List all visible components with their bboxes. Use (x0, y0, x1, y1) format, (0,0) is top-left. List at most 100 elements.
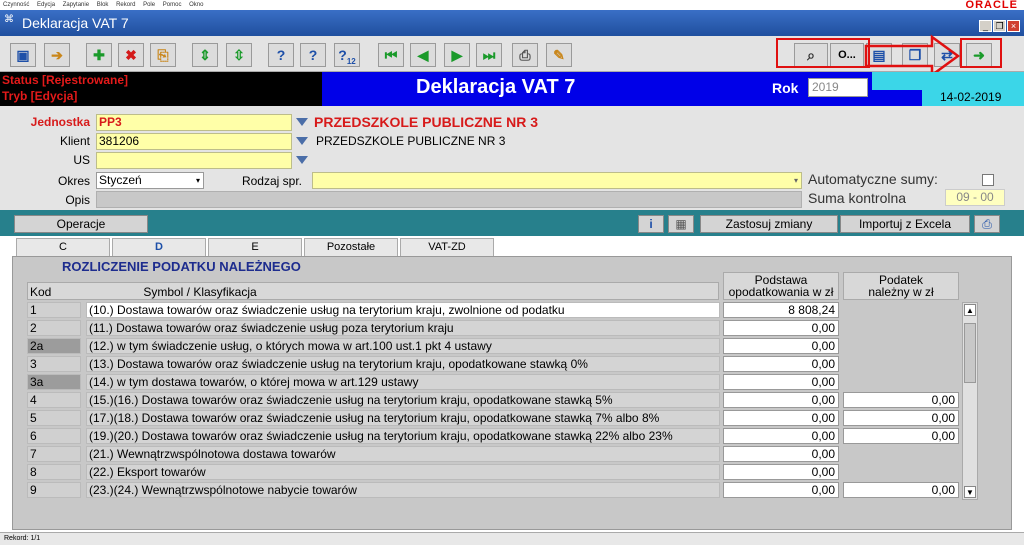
jednostka-label: Jednostka (30, 115, 90, 129)
row-description[interactable]: (14.) w tym dostawa towarów, o której mo… (86, 374, 720, 390)
mode-label: Tryb [Edycja] (2, 89, 78, 103)
menu-pole[interactable]: Pole (143, 2, 155, 8)
klient-name: PRZEDSZKOLE PUBLICZNE NR 3 (316, 134, 506, 148)
minimize-icon[interactable]: _ (979, 20, 992, 32)
row-kod[interactable]: 5 (27, 410, 81, 426)
row-kod[interactable]: 8 (27, 464, 81, 480)
row-podstawa-value[interactable]: 0,00 (723, 392, 839, 408)
row-podstawa-value[interactable]: 0,00 (723, 320, 839, 336)
menu-zapytanie[interactable]: Zapytanie (63, 2, 89, 8)
tab-d[interactable]: D (112, 238, 206, 256)
print-icon[interactable]: ⎙ (974, 215, 1000, 233)
next-record-icon[interactable]: ▶ (444, 43, 470, 67)
us-lov-icon[interactable] (296, 156, 308, 164)
row-description[interactable]: (19.)(20.) Dostawa towarów oraz świadcze… (86, 428, 720, 444)
okres-value: Styczeń (99, 173, 142, 187)
calculator-icon[interactable]: ▦ (668, 215, 694, 233)
row-kod[interactable]: 3 (27, 356, 81, 372)
row-kod[interactable]: 6 (27, 428, 81, 444)
row-podatek-value[interactable]: 0,00 (843, 392, 959, 408)
insert-row-icon[interactable]: ⇕ (192, 43, 218, 67)
row-podstawa-value[interactable]: 0,00 (723, 464, 839, 480)
tab-vat-zd[interactable]: VAT-ZD (400, 238, 494, 256)
menu-pomoc[interactable]: Pomoc (163, 2, 182, 8)
edit-icon[interactable]: ✎ (546, 43, 572, 67)
scroll-down-icon[interactable]: ▼ (964, 486, 976, 498)
row-kod[interactable]: 3a (27, 374, 81, 390)
print-icon[interactable]: ⎙ (512, 43, 538, 67)
menu-rekord[interactable]: Rekord (116, 2, 135, 8)
row-description[interactable]: (22.) Eksport towarów (86, 464, 720, 480)
tab-c[interactable]: C (16, 238, 110, 256)
row-description[interactable]: (13.) Dostawa towarów oraz świadczenie u… (86, 356, 720, 372)
row-podstawa-value[interactable]: 0,00 (723, 428, 839, 444)
us-input[interactable] (96, 152, 292, 169)
importuj-button[interactable]: Importuj z Excela (840, 215, 970, 233)
row-podatek-value[interactable]: 0,00 (843, 410, 959, 426)
row-podstawa-value[interactable]: 8 808,24 (723, 302, 839, 318)
row-description[interactable]: (12.) w tym świadczenie usług, o których… (86, 338, 720, 354)
jednostka-lov-icon[interactable] (296, 118, 308, 126)
close-icon[interactable]: × (1007, 20, 1020, 32)
query-enter-icon[interactable]: ? (268, 43, 294, 67)
query-execute-icon[interactable]: ? (300, 43, 326, 67)
row-podstawa-value[interactable]: 0,00 (723, 374, 839, 390)
previous-record-icon[interactable]: ◀ (410, 43, 436, 67)
row-description[interactable]: (11.) Dostawa towarów oraz świadczenie u… (86, 320, 720, 336)
row-podstawa-value[interactable]: 0,00 (723, 356, 839, 372)
klient-label: Klient (59, 134, 90, 148)
last-record-icon[interactable]: ⏭ (476, 43, 502, 67)
rok-input[interactable]: 2019 (808, 78, 868, 97)
row-podstawa-value[interactable]: 0,00 (723, 482, 839, 498)
menu-blok[interactable]: Blok (97, 2, 109, 8)
scroll-thumb[interactable] (964, 323, 976, 383)
rodzaj-select[interactable]: ▾ (312, 172, 802, 189)
duplicate-record-icon[interactable]: ⎘ (150, 43, 176, 67)
row-podstawa-value[interactable]: 0,00 (723, 446, 839, 462)
row-description[interactable]: (17.)(18.) Dostawa towarów oraz świadcze… (86, 410, 720, 426)
window-menu-icon[interactable]: ⌘ (4, 14, 14, 25)
scroll-up-icon[interactable]: ▲ (964, 304, 976, 316)
menu-okno[interactable]: Okno (189, 2, 203, 8)
menu-edycja[interactable]: Edycja (37, 2, 55, 8)
row-podstawa-value[interactable]: 0,00 (723, 410, 839, 426)
row-podatek-value[interactable]: 0,00 (843, 428, 959, 444)
query-count-icon[interactable]: ?12 (334, 43, 360, 67)
row-kod[interactable]: 7 (27, 446, 81, 462)
row-kod[interactable]: 2 (27, 320, 81, 336)
row-description[interactable]: (10.) Dostawa towarów oraz świadczenie u… (86, 302, 720, 318)
restore-icon[interactable]: ❐ (993, 20, 1006, 32)
table-scrollbar[interactable]: ▲ ▼ (962, 302, 978, 500)
row-podatek-value[interactable]: 0,00 (843, 482, 959, 498)
okres-select[interactable]: Styczeń ▾ (96, 172, 204, 189)
row-description[interactable]: (21.) Wewnątrzwspólnotowa dostawa towaró… (86, 446, 720, 462)
delete-record-icon[interactable]: ✖ (118, 43, 144, 67)
suma-value: 09 - 00 (945, 189, 1005, 206)
auto-sums-checkbox[interactable] (982, 174, 994, 186)
first-record-icon[interactable]: ⏮ (378, 43, 404, 67)
operacje-button[interactable]: Operacje (14, 215, 148, 233)
klient-input[interactable]: 381206 (96, 133, 292, 150)
column-symbol: Symbol / Klasyfikacja (143, 285, 257, 299)
row-kod[interactable]: 4 (27, 392, 81, 408)
row-kod[interactable]: 9 (27, 482, 81, 498)
oracle-logo: ORACLE (965, 0, 1018, 11)
opis-label: Opis (65, 193, 90, 207)
zastosuj-button[interactable]: Zastosuj zmiany (700, 215, 838, 233)
row-kod[interactable]: 2a (27, 338, 81, 354)
save-icon[interactable]: ▣ (10, 43, 36, 67)
delete-row-icon[interactable]: ⇳ (226, 43, 252, 67)
info-icon[interactable]: i (638, 215, 664, 233)
tab-pozostale[interactable]: Pozostałe (304, 238, 398, 256)
add-record-icon[interactable]: ✚ (86, 43, 112, 67)
row-description[interactable]: (15.)(16.) Dostawa towarów oraz świadcze… (86, 392, 720, 408)
jednostka-input[interactable]: PP3 (96, 114, 292, 131)
row-description[interactable]: (23.)(24.) Wewnątrzwspólnotowe nabycie t… (86, 482, 720, 498)
tab-e[interactable]: E (208, 238, 302, 256)
menu-czynnosc[interactable]: Czynność (3, 2, 29, 8)
klient-lov-icon[interactable] (296, 137, 308, 145)
exit-icon[interactable]: ➔ (44, 43, 70, 67)
row-kod[interactable]: 1 (27, 302, 81, 318)
opis-input[interactable] (96, 191, 802, 208)
row-podstawa-value[interactable]: 0,00 (723, 338, 839, 354)
